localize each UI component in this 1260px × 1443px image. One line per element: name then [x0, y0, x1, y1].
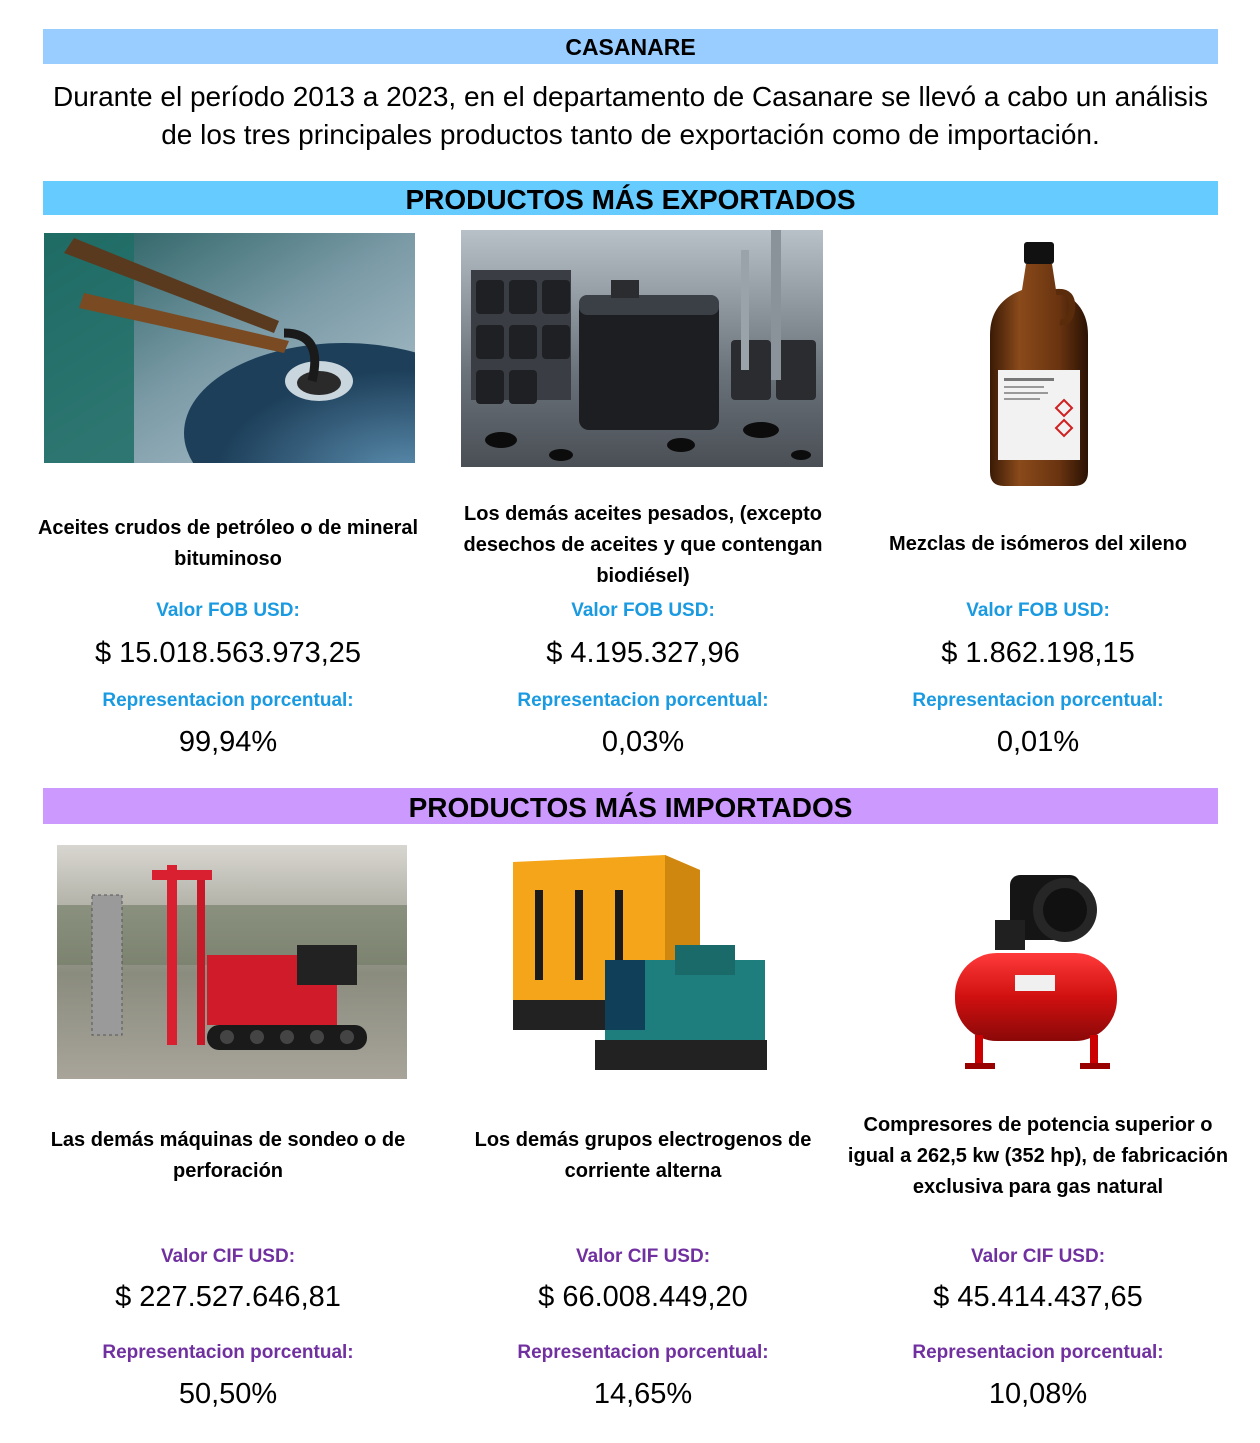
xylene-bottle-image [984, 240, 1094, 490]
export-3-value: $ 1.862.198,15 [941, 637, 1135, 669]
page-title: CASANARE [43, 29, 1218, 64]
heavy-oil-containers-image [461, 230, 823, 467]
import-3-share-label: Representacion porcentual: [912, 1342, 1164, 1363]
export-2-name: Los demás aceites pesados, (excepto dese… [463, 502, 823, 587]
import-3-name: Compresores de potencia superior o igual… [847, 1114, 1229, 1198]
export-3-name: Mezclas de isómeros del xileno [889, 532, 1187, 555]
import-3-share: 10,08% [988, 1378, 1088, 1410]
export-3-share-label: Representacion porcentual: [912, 690, 1164, 711]
import-3-value-label: Valor CIF USD: [970, 1246, 1106, 1267]
imports-section-title: PRODUCTOS MÁS IMPORTADOS [43, 788, 1218, 824]
exports-section-title: PRODUCTOS MÁS EXPORTADOS [43, 181, 1218, 215]
export-3-share: 0,01% [996, 726, 1080, 758]
crude-oil-pouring-image [44, 233, 415, 463]
drilling-machine-image [57, 845, 407, 1079]
export-1-value: $ 15.018.563.973,25 [94, 637, 362, 669]
export-2-value: $ 4.195.327,96 [546, 637, 740, 669]
import-1-value: $ 227.527.646,81 [115, 1281, 341, 1313]
export-1-name: Aceites crudos de petróleo o de mineral … [37, 517, 419, 570]
import-1-share: 50,50% [178, 1378, 278, 1410]
intro-paragraph: Durante el período 2013 a 2023, en el de… [52, 81, 1208, 150]
export-3-value-label: Valor FOB USD: [966, 600, 1110, 621]
export-2-value-label: Valor FOB USD: [571, 600, 715, 621]
export-1-share: 99,94% [178, 726, 278, 758]
import-2-name: Los demás grupos electrogenos de corrien… [474, 1129, 812, 1182]
generator-sets-image [505, 850, 770, 1080]
import-2-value: $ 66.008.449,20 [538, 1281, 748, 1313]
export-2-share: 0,03% [601, 726, 685, 758]
export-1-share-label: Representacion porcentual: [102, 690, 354, 711]
export-2-share-label: Representacion porcentual: [517, 690, 769, 711]
import-2-share: 14,65% [593, 1378, 693, 1410]
export-1-value-label: Valor FOB USD: [156, 600, 300, 621]
import-1-name: Las demás máquinas de sondeo o de perfor… [50, 1129, 406, 1182]
import-2-value-label: Valor CIF USD: [575, 1246, 711, 1267]
import-1-share-label: Representacion porcentual: [102, 1342, 354, 1363]
import-1-value-label: Valor CIF USD: [160, 1246, 296, 1267]
import-3-value: $ 45.414.437,65 [933, 1281, 1143, 1313]
air-compressor-image [955, 865, 1117, 1080]
import-2-share-label: Representacion porcentual: [517, 1342, 769, 1363]
